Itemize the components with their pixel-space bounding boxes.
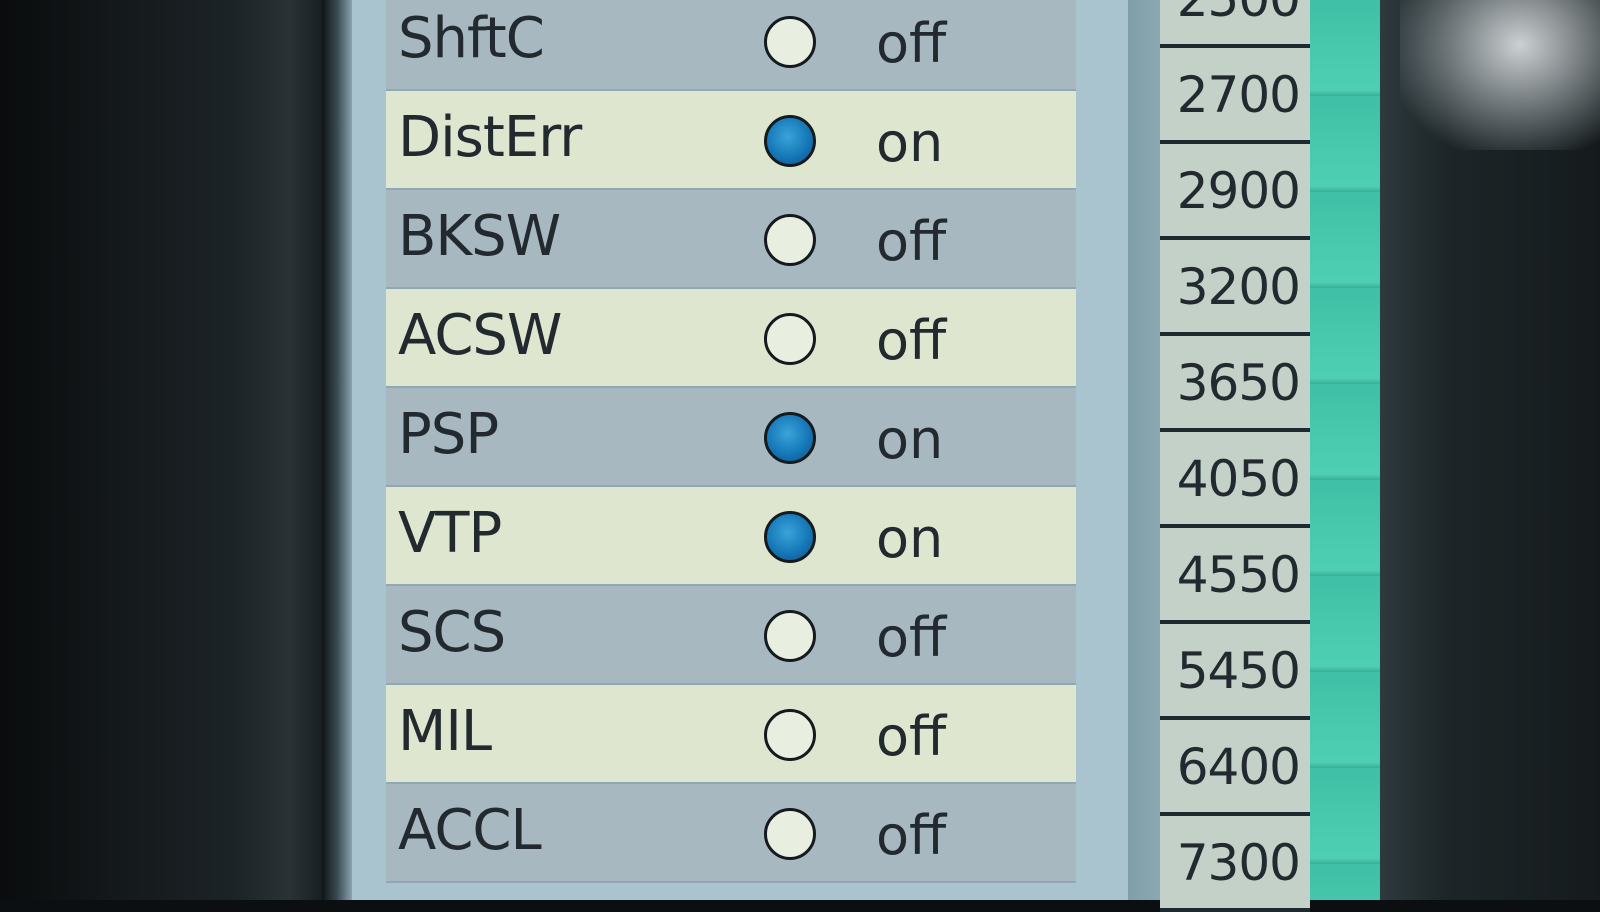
scale-color-strip [1310, 0, 1380, 900]
status-state: off [876, 12, 947, 75]
scale-value: 4550 [1176, 546, 1301, 604]
status-name: MIL [398, 699, 492, 764]
scale-value: 2500 [1177, 0, 1301, 28]
status-name: BKSW [398, 204, 561, 269]
status-row: PSP on [386, 388, 1076, 487]
status-name: PSP [398, 402, 499, 467]
scale-cell: 2900 [1160, 144, 1310, 240]
scale-cell: 4550 [1160, 528, 1310, 624]
status-indicator[interactable] [764, 16, 816, 68]
scale-value: 5450 [1176, 642, 1301, 700]
scale-value: 2700 [1176, 66, 1301, 124]
monitor-bezel-left [0, 0, 330, 900]
screen-glare [1400, 0, 1600, 150]
scale-cell: 2500 [1160, 0, 1310, 48]
scale-cell: 5450 [1160, 624, 1310, 720]
status-indicator[interactable] [764, 412, 816, 464]
status-indicator[interactable] [764, 709, 816, 761]
status-state: on [876, 507, 944, 570]
status-table: ShftC off DistErr on BKSW off ACSW off P… [386, 0, 1076, 883]
scale-cell: 4050 [1160, 432, 1310, 528]
status-state: off [876, 606, 947, 669]
status-indicator[interactable] [764, 511, 816, 563]
status-state: off [876, 705, 947, 768]
status-indicator[interactable] [764, 115, 816, 167]
scale-cell: 2700 [1160, 48, 1310, 144]
status-indicator[interactable] [764, 808, 816, 860]
status-row: SCS off [386, 586, 1076, 685]
status-row: ACSW off [386, 289, 1076, 388]
scale-value: 7300 [1176, 834, 1301, 892]
status-name: SCS [398, 600, 506, 665]
status-state: off [876, 804, 947, 867]
status-row: VTP on [386, 487, 1076, 586]
status-indicator[interactable] [764, 313, 816, 365]
status-name: ACSW [398, 303, 562, 368]
status-name: VTP [398, 501, 502, 566]
status-row: ACCL off [386, 784, 1076, 883]
status-indicator[interactable] [764, 214, 816, 266]
status-row: ShftC off [386, 0, 1076, 91]
status-state: off [876, 309, 947, 372]
scale-cell: 3650 [1160, 336, 1310, 432]
status-row: MIL off [386, 685, 1076, 784]
scale-cell: 6400 [1160, 720, 1310, 816]
scale-cell: 3200 [1160, 240, 1310, 336]
scale-value: 2900 [1176, 162, 1301, 220]
status-indicator[interactable] [764, 610, 816, 662]
status-name: ShftC [398, 6, 545, 71]
status-row: DistErr on [386, 91, 1076, 190]
scale-cell: 7300 [1160, 816, 1310, 912]
scale-value: 6400 [1176, 738, 1301, 796]
status-name: DistErr [398, 105, 582, 170]
scale-value: 3650 [1176, 354, 1301, 412]
status-name: ACCL [398, 798, 542, 863]
status-row: BKSW off [386, 190, 1076, 289]
status-state: on [876, 111, 944, 174]
rpm-scale-column: 2500 2700 2900 3200 3650 4050 4550 5450 … [1160, 0, 1310, 912]
status-state: off [876, 210, 947, 273]
screen-edge [322, 0, 352, 900]
scale-value: 4050 [1176, 450, 1301, 508]
scale-value: 3200 [1176, 258, 1301, 316]
status-state: on [876, 408, 944, 471]
